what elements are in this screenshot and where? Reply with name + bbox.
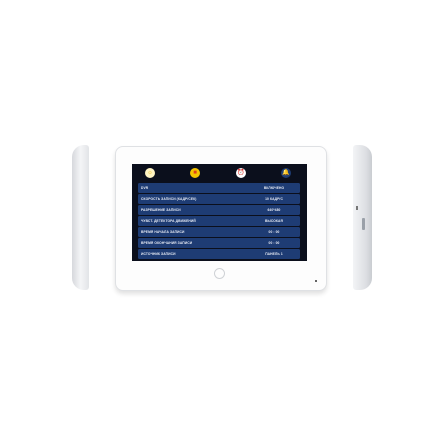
setting-value: ПАНЕЛЬ 1: [265, 251, 283, 256]
setting-row-motion-sensitivity[interactable]: ЧУВСТ. ДЕТЕКТОРА ДВИЖЕНИЙ ВЫСОКАЯ: [138, 216, 300, 226]
setting-label: ЧУВСТ. ДЕТЕКТОРА ДВИЖЕНИЙ: [141, 218, 196, 223]
setting-label: СКОРОСТЬ ЗАПИСИ (КАДР/СЕК): [141, 196, 197, 201]
side-button: [356, 206, 358, 210]
video-record-icon[interactable]: ■: [190, 168, 200, 178]
brightness-icon[interactable]: ☼: [145, 168, 155, 178]
monitor-screen: ☼ ■ ⏰ 🔔 DVR ВКЛЮЧЕНО СКОРОСТЬ ЗАПИСИ (КАД…: [132, 164, 307, 261]
setting-value: 10 КАДР/С: [265, 196, 283, 201]
setting-row-dvr[interactable]: DVR ВКЛЮЧЕНО: [138, 183, 300, 193]
setting-value: 00 : 00: [268, 240, 280, 245]
setting-row-resolution[interactable]: РАЗРЕШЕНИЕ ЗАПИСИ 640*480: [138, 205, 300, 215]
home-button[interactable]: [214, 268, 225, 279]
setting-value: ВКЛЮЧЕНО: [263, 185, 285, 190]
setting-value: 640*480: [267, 207, 281, 212]
setting-row-record-speed[interactable]: СКОРОСТЬ ЗАПИСИ (КАДР/СЕК) 10 КАДР/С: [138, 194, 300, 204]
setting-label: DVR: [141, 185, 149, 190]
setting-label: ИСТОЧНИК ЗАПИСИ: [141, 251, 176, 256]
setting-value: 00 : 00: [268, 229, 280, 234]
setting-row-record-source[interactable]: ИСТОЧНИК ЗАПИСИ ПАНЕЛЬ 1: [138, 249, 300, 259]
setting-label: ВРЕМЯ ОКОНЧАНИЯ ЗАПИСИ: [141, 240, 193, 245]
setting-label: РАЗРЕШЕНИЕ ЗАПИСИ: [141, 207, 181, 212]
alarm-clock-icon[interactable]: ⏰: [236, 168, 246, 178]
setting-row-end-time[interactable]: ВРЕМЯ ОКОНЧАНИЯ ЗАПИСИ 00 : 00: [138, 238, 300, 248]
microphone-hole: [315, 280, 317, 282]
bell-icon[interactable]: 🔔: [281, 168, 291, 178]
setting-row-start-time[interactable]: ВРЕМЯ НАЧАЛА ЗАПИСИ 00 : 00: [138, 227, 300, 237]
device-left-side-view: [72, 145, 89, 290]
setting-value: ВЫСОКАЯ: [265, 218, 283, 223]
setting-label: ВРЕМЯ НАЧАЛА ЗАПИСИ: [141, 229, 185, 234]
sd-card-slot: [362, 218, 365, 230]
settings-list: DVR ВКЛЮЧЕНО СКОРОСТЬ ЗАПИСИ (КАДР/СЕК) 10…: [138, 183, 300, 260]
